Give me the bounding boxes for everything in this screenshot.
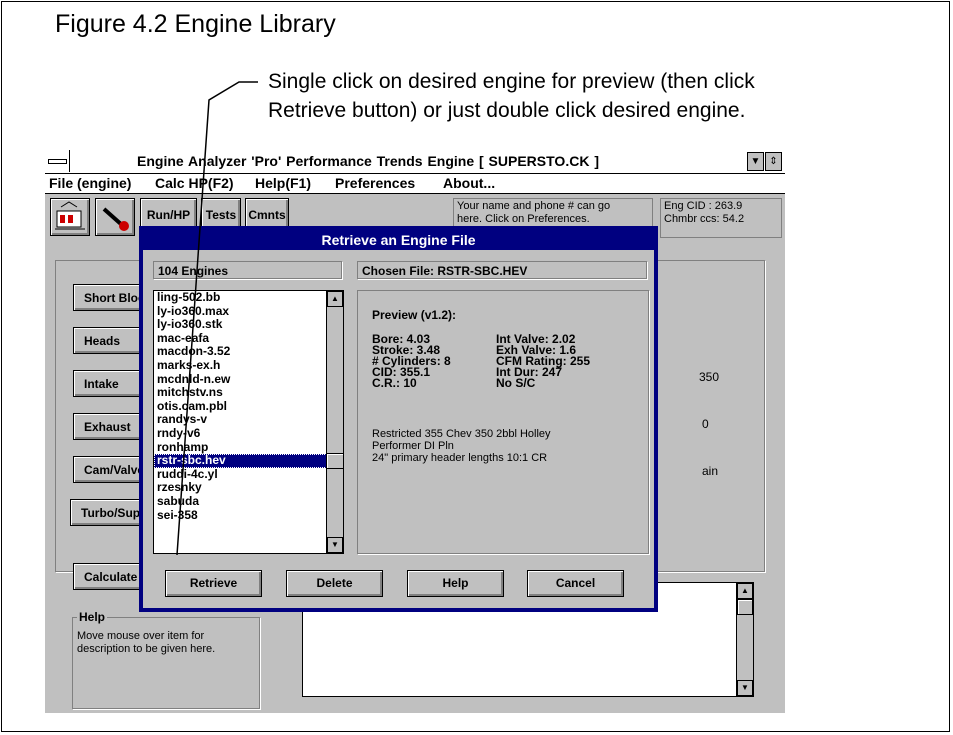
callout-pointer: [176, 81, 258, 556]
